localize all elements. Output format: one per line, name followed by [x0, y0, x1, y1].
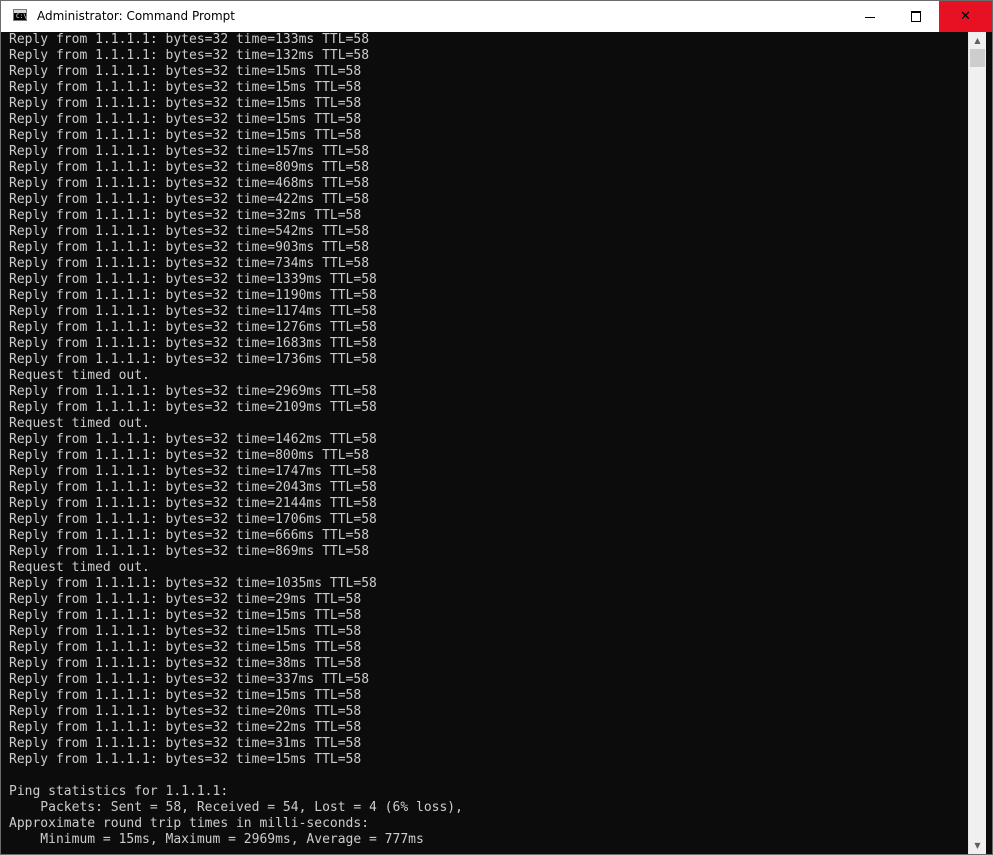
console-line: Reply from 1.1.1.1: bytes=32 time=20ms T… [9, 704, 362, 719]
console-line: Reply from 1.1.1.1: bytes=32 time=15ms T… [9, 752, 362, 767]
scroll-thumb[interactable] [970, 49, 985, 67]
console-line: Reply from 1.1.1.1: bytes=32 time=1683ms… [9, 336, 377, 351]
console-line: Reply from 1.1.1.1: bytes=32 time=15ms T… [9, 640, 362, 655]
console-line: Reply from 1.1.1.1: bytes=32 time=157ms … [9, 144, 370, 159]
console-line: Reply from 1.1.1.1: bytes=32 time=2969ms… [9, 384, 377, 399]
console-line: Reply from 1.1.1.1: bytes=32 time=32ms T… [9, 208, 362, 223]
console-line: Request timed out. [9, 368, 150, 383]
title-bar[interactable]: C:\ Administrator: Command Prompt ✕ [1, 1, 992, 32]
close-icon: ✕ [960, 9, 971, 24]
vertical-scrollbar[interactable]: ▲ ▼ [968, 32, 986, 854]
scroll-up-arrow-icon[interactable]: ▲ [969, 32, 986, 49]
minimize-icon [865, 16, 875, 18]
maximize-button[interactable] [893, 1, 939, 32]
console-line: Reply from 1.1.1.1: bytes=32 time=15ms T… [9, 608, 362, 623]
console-line: Minimum = 15ms, Maximum = 2969ms, Averag… [9, 832, 424, 847]
console-line: Reply from 1.1.1.1: bytes=32 time=15ms T… [9, 128, 362, 143]
console-line: Reply from 1.1.1.1: bytes=32 time=542ms … [9, 224, 370, 239]
console-line: Reply from 1.1.1.1: bytes=32 time=2109ms… [9, 400, 377, 415]
console-line: Request timed out. [9, 416, 150, 431]
maximize-icon [911, 11, 921, 22]
console-line: Packets: Sent = 58, Received = 54, Lost … [9, 800, 463, 815]
console-line: Reply from 1.1.1.1: bytes=32 time=2043ms… [9, 480, 377, 495]
console-line: Reply from 1.1.1.1: bytes=32 time=734ms … [9, 256, 370, 271]
window-title: Administrator: Command Prompt [37, 9, 235, 23]
console-line: Reply from 1.1.1.1: bytes=32 time=1706ms… [9, 512, 377, 527]
console-line: Reply from 1.1.1.1: bytes=32 time=1190ms… [9, 288, 377, 303]
console-line: Reply from 1.1.1.1: bytes=32 time=15ms T… [9, 80, 362, 95]
scroll-down-arrow-icon[interactable]: ▼ [969, 837, 986, 854]
console-line: Request timed out. [9, 560, 150, 575]
command-prompt-window: C:\ Administrator: Command Prompt ✕ Repl… [0, 0, 993, 855]
console-line: Reply from 1.1.1.1: bytes=32 time=2144ms… [9, 496, 377, 511]
console-line: Reply from 1.1.1.1: bytes=32 time=337ms … [9, 672, 370, 687]
console-line: Ping statistics for 1.1.1.1: [9, 784, 229, 799]
console-line: Reply from 1.1.1.1: bytes=32 time=1035ms… [9, 576, 377, 591]
console-line: Reply from 1.1.1.1: bytes=32 time=1736ms… [9, 352, 377, 367]
console-line: Reply from 1.1.1.1: bytes=32 time=809ms … [9, 160, 370, 175]
console-output[interactable]: Reply from 1.1.1.1: bytes=32 time=133ms … [1, 32, 967, 854]
minimize-button[interactable] [847, 1, 893, 32]
console-line: Reply from 1.1.1.1: bytes=32 time=468ms … [9, 176, 370, 191]
close-button[interactable]: ✕ [939, 1, 992, 32]
console-line: Reply from 1.1.1.1: bytes=32 time=31ms T… [9, 736, 362, 751]
console-line: Reply from 1.1.1.1: bytes=32 time=38ms T… [9, 656, 362, 671]
console-line: Reply from 1.1.1.1: bytes=32 time=133ms … [9, 32, 370, 47]
console-line: Reply from 1.1.1.1: bytes=32 time=1339ms… [9, 272, 377, 287]
console-line: Approximate round trip times in milli-se… [9, 816, 370, 831]
console-line: Reply from 1.1.1.1: bytes=32 time=15ms T… [9, 112, 362, 127]
console-line: Reply from 1.1.1.1: bytes=32 time=15ms T… [9, 96, 362, 111]
console-line: Reply from 1.1.1.1: bytes=32 time=15ms T… [9, 64, 362, 79]
console-line: Reply from 1.1.1.1: bytes=32 time=903ms … [9, 240, 370, 255]
console-line: Reply from 1.1.1.1: bytes=32 time=29ms T… [9, 592, 362, 607]
console-line: Reply from 1.1.1.1: bytes=32 time=1462ms… [9, 432, 377, 447]
console-line: Reply from 1.1.1.1: bytes=32 time=22ms T… [9, 720, 362, 735]
console-line: Reply from 1.1.1.1: bytes=32 time=15ms T… [9, 624, 362, 639]
console-line: Reply from 1.1.1.1: bytes=32 time=15ms T… [9, 688, 362, 703]
console-line: Reply from 1.1.1.1: bytes=32 time=800ms … [9, 448, 370, 463]
console-text: Reply from 1.1.1.1: bytes=32 time=133ms … [9, 32, 463, 848]
console-line: Reply from 1.1.1.1: bytes=32 time=1276ms… [9, 320, 377, 335]
console-line: Reply from 1.1.1.1: bytes=32 time=132ms … [9, 48, 370, 63]
cmd-icon[interactable]: C:\ [13, 9, 27, 21]
console-line: Reply from 1.1.1.1: bytes=32 time=1174ms… [9, 304, 377, 319]
console-line: Reply from 1.1.1.1: bytes=32 time=422ms … [9, 192, 370, 207]
console-line: Reply from 1.1.1.1: bytes=32 time=869ms … [9, 544, 370, 559]
console-line: Reply from 1.1.1.1: bytes=32 time=666ms … [9, 528, 370, 543]
console-line: Reply from 1.1.1.1: bytes=32 time=1747ms… [9, 464, 377, 479]
